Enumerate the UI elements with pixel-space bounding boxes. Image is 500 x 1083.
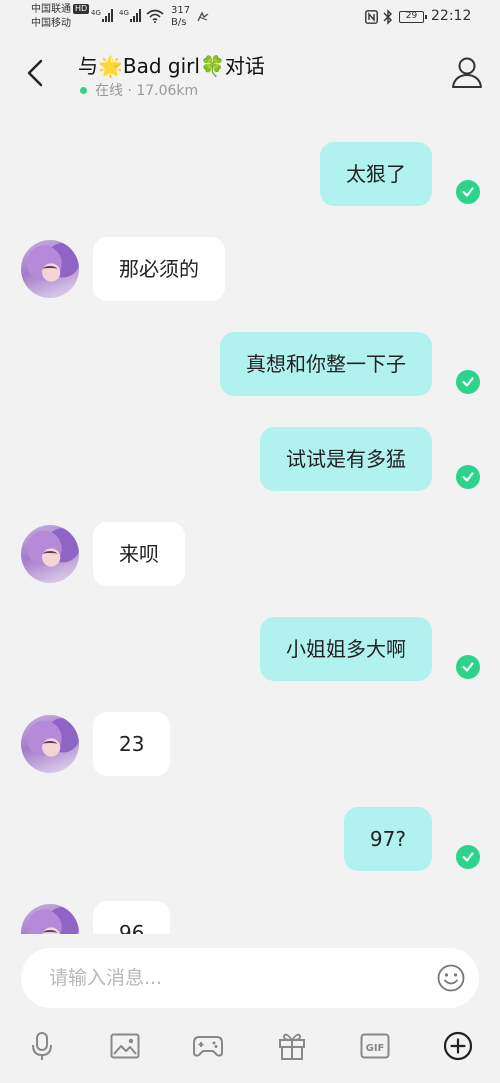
wifi-icon bbox=[146, 9, 164, 23]
microphone-icon bbox=[32, 1032, 52, 1060]
net-speed-value: 317 bbox=[171, 5, 191, 16]
message-bubble[interactable]: 试试是有多猛 bbox=[260, 427, 432, 491]
chat-toolbar: GIF bbox=[0, 1024, 500, 1068]
read-check-icon bbox=[456, 845, 480, 869]
carrier-1: 中国联通 bbox=[31, 4, 71, 15]
image-icon bbox=[110, 1033, 140, 1059]
contact-avatar[interactable] bbox=[21, 715, 79, 773]
clock: 22:12 bbox=[431, 8, 472, 24]
message-incoming: 23 bbox=[0, 712, 500, 776]
chevron-left-icon bbox=[27, 59, 43, 87]
message-bubble[interactable]: 96 bbox=[93, 901, 171, 934]
gift-icon bbox=[279, 1033, 305, 1060]
status-bar: 中国联通 HD 中国移动 4G 4G 317 B/s 29 22:12 bbox=[0, 0, 500, 36]
message-input-bar bbox=[21, 948, 479, 1008]
read-check-icon bbox=[456, 655, 480, 679]
contact-avatar[interactable] bbox=[21, 240, 79, 298]
hd-badge: HD bbox=[73, 4, 90, 14]
online-dot bbox=[80, 86, 87, 94]
online-status: 在线 · 17.06km bbox=[80, 80, 198, 100]
signal-1-icon: 4G bbox=[91, 9, 113, 22]
image-button[interactable] bbox=[109, 1030, 141, 1062]
net-speed-unit: B/s bbox=[171, 17, 187, 28]
read-check-icon bbox=[456, 370, 480, 394]
battery-level: 29 bbox=[405, 11, 418, 21]
net-speed: 317 B/s bbox=[171, 5, 190, 29]
carrier-2: 中国移动 bbox=[31, 18, 71, 29]
voice-button[interactable] bbox=[26, 1030, 58, 1062]
message-bubble[interactable]: 太狠了 bbox=[320, 142, 432, 206]
chat-title: 与🌟Bad girl🍀对话 bbox=[78, 54, 265, 78]
nfc-icon bbox=[365, 10, 378, 24]
plus-circle-icon bbox=[443, 1031, 473, 1061]
message-outgoing: 97? bbox=[0, 807, 500, 871]
read-check-icon bbox=[456, 180, 480, 204]
online-status-text: 在线 · 17.06km bbox=[95, 83, 199, 99]
message-incoming: 来呗 bbox=[0, 522, 500, 586]
signal-1-tag: 4G bbox=[91, 9, 101, 17]
emoji-icon[interactable] bbox=[437, 964, 465, 992]
message-outgoing: 小姐姐多大啊 bbox=[0, 617, 500, 681]
message-bubble[interactable]: 真想和你整一下子 bbox=[220, 332, 432, 396]
signal-2-tag: 4G bbox=[119, 9, 129, 17]
message-bubble[interactable]: 那必须的 bbox=[93, 237, 225, 301]
gift-button[interactable] bbox=[276, 1030, 308, 1062]
message-incoming: 那必须的 bbox=[0, 237, 500, 301]
signal-2-icon: 4G bbox=[119, 9, 141, 22]
message-list[interactable]: 太狠了 那必须的 真想和你整一下子 试试是有多猛 来呗 小姐姐多大啊 23 97… bbox=[0, 110, 500, 934]
profile-button[interactable] bbox=[449, 54, 485, 90]
gif-icon: GIF bbox=[360, 1033, 390, 1059]
message-bubble[interactable]: 小姐姐多大啊 bbox=[260, 617, 432, 681]
message-outgoing: 太狠了 bbox=[0, 142, 500, 206]
message-outgoing: 试试是有多猛 bbox=[0, 427, 500, 491]
carrier-info: 中国联通 HD 中国移动 bbox=[31, 3, 90, 31]
bluetooth-icon bbox=[383, 9, 392, 25]
battery-icon: 29 bbox=[399, 11, 427, 23]
message-outgoing: 真想和你整一下子 bbox=[0, 332, 500, 396]
read-check-icon bbox=[456, 465, 480, 489]
game-button[interactable] bbox=[192, 1030, 224, 1062]
gif-button[interactable]: GIF bbox=[359, 1030, 391, 1062]
message-bubble[interactable]: 来呗 bbox=[93, 522, 185, 586]
chat-header: 与🌟Bad girl🍀对话 在线 · 17.06km bbox=[0, 36, 500, 110]
gamepad-icon bbox=[193, 1036, 223, 1057]
contact-avatar[interactable] bbox=[21, 904, 79, 934]
gif-label: GIF bbox=[366, 1043, 385, 1054]
back-button[interactable] bbox=[20, 56, 50, 90]
message-bubble[interactable]: 97? bbox=[343, 807, 432, 871]
message-incoming: 96 bbox=[0, 901, 500, 934]
contact-avatar[interactable] bbox=[21, 525, 79, 583]
user-icon bbox=[452, 57, 482, 88]
app-notification-icon bbox=[197, 11, 209, 22]
more-button[interactable] bbox=[442, 1030, 474, 1062]
message-bubble[interactable]: 23 bbox=[93, 712, 171, 776]
message-input[interactable] bbox=[49, 948, 429, 1008]
